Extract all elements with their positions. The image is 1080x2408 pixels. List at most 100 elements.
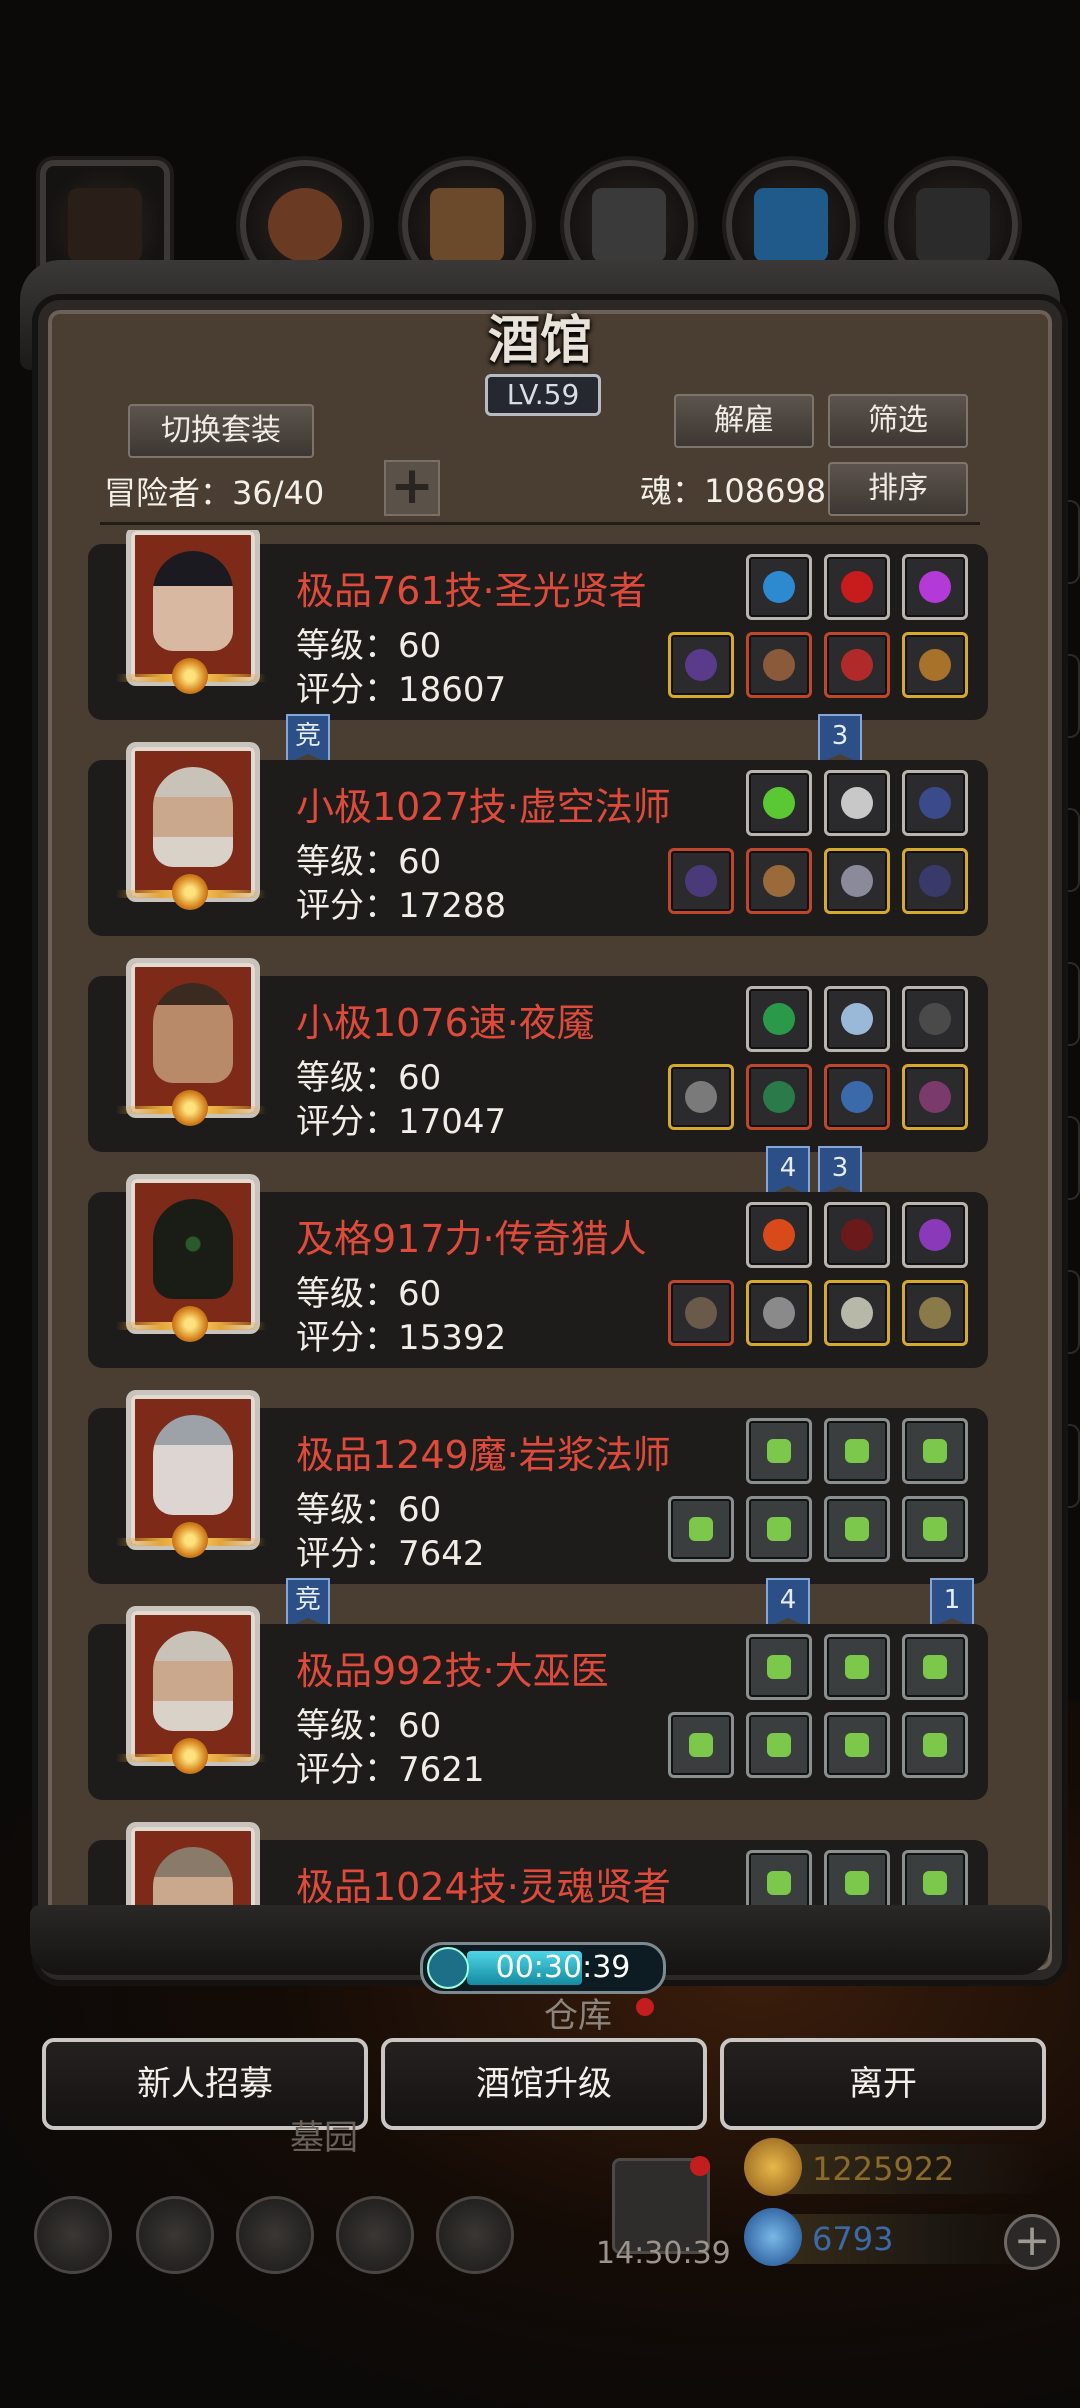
hero-list[interactable]: 极品761技·圣光贤者 等级：60 评分：18607 竞 3 小极1027技·虚…: [60, 530, 1020, 1920]
rank-emblem-icon: [116, 1088, 266, 1132]
hero-level: 等级：60: [296, 1706, 442, 1746]
rank-emblem-icon: [116, 656, 266, 700]
warehouse-label[interactable]: 仓库: [544, 1988, 612, 2037]
gem-slot-icon[interactable]: [746, 554, 812, 620]
add-currency-button[interactable]: +: [1004, 2214, 1060, 2270]
weapon-slot-icon[interactable]: [668, 1064, 734, 1130]
rank-emblem-icon: [116, 1304, 266, 1348]
leave-button[interactable]: 离开: [720, 2038, 1046, 2130]
ring-slot-icon[interactable]: [902, 1280, 968, 1346]
sort-button[interactable]: 排序: [828, 462, 968, 516]
hero-score: 评分：17288: [296, 886, 507, 926]
amulet-slot-icon[interactable]: [824, 632, 890, 698]
hero-level: 等级：60: [296, 1058, 442, 1098]
achievement-icon[interactable]: [136, 2196, 214, 2274]
count-tag: 3: [818, 714, 862, 764]
empty-slot-icon[interactable]: [668, 1712, 734, 1778]
empty-slot-icon[interactable]: [746, 1496, 812, 1562]
weapon-slot-icon[interactable]: [668, 848, 734, 914]
gem-slot-icon[interactable]: [824, 770, 890, 836]
hero-score: 评分：7642: [296, 1534, 485, 1574]
gem-slot-icon[interactable]: [824, 1202, 890, 1268]
hero-level: 等级：60: [296, 1274, 442, 1314]
ring-slot-icon[interactable]: [902, 1064, 968, 1130]
hero-card[interactable]: 小极1027技·虚空法师 等级：60 评分：17288: [88, 742, 988, 936]
hero-face: [153, 767, 233, 867]
hero-card[interactable]: 极品761技·圣光贤者 等级：60 评分：18607: [88, 530, 988, 720]
hero-card[interactable]: 及格917力·传奇猎人 等级：60 评分：15392: [88, 1174, 988, 1368]
weapon-slot-icon[interactable]: [668, 1280, 734, 1346]
add-capacity-button[interactable]: +: [384, 460, 440, 516]
settings-icon[interactable]: [34, 2196, 112, 2274]
rank-emblem-icon: [116, 1520, 266, 1564]
gold-counter: 1225922: [744, 2138, 1050, 2196]
gem-slot-icon[interactable]: [902, 1202, 968, 1268]
count-tag: 4: [766, 1146, 810, 1196]
armor-slot-icon[interactable]: [746, 1064, 812, 1130]
gift-timer: 14:30:39: [596, 2236, 731, 2271]
ring-slot-icon[interactable]: [902, 848, 968, 914]
empty-slot-icon[interactable]: [668, 1496, 734, 1562]
guild-icon[interactable]: [236, 2196, 314, 2274]
hero-name: 小极1076速·夜魇: [296, 1001, 595, 1045]
gem-slot-icon[interactable]: [824, 986, 890, 1052]
gem-slot-icon[interactable]: [746, 770, 812, 836]
hero-name: 极品992技·大巫医: [296, 1649, 609, 1693]
amulet-slot-icon[interactable]: [824, 1064, 890, 1130]
upgrade-tavern-button[interactable]: 酒馆升级: [381, 2038, 707, 2130]
rank-emblem-icon: [116, 872, 266, 916]
count-tag: 1: [930, 1578, 974, 1628]
gem-slot-icon[interactable]: [824, 554, 890, 620]
armor-slot-icon[interactable]: [746, 632, 812, 698]
panel-divider: [100, 522, 980, 525]
hero-level: 等级：60: [296, 626, 442, 666]
arena-tag: 竞: [286, 714, 330, 764]
ring-slot-icon[interactable]: [902, 632, 968, 698]
armor-slot-icon[interactable]: [746, 848, 812, 914]
filter-button[interactable]: 筛选: [828, 394, 968, 448]
gem-slot-icon[interactable]: [902, 554, 968, 620]
notification-dot: [690, 2156, 710, 2176]
hero-face: [153, 983, 233, 1083]
empty-slot-icon[interactable]: [824, 1712, 890, 1778]
hero-card[interactable]: 极品992技·大巫医 等级：60 评分：7621: [88, 1606, 988, 1800]
timer-text: 00:30:39: [495, 1950, 631, 1985]
hero-face: [153, 1631, 233, 1731]
mail-icon[interactable]: [336, 2196, 414, 2274]
gold-value: 1225922: [812, 2150, 955, 2188]
helmet-slot-icon[interactable]: [824, 1280, 890, 1346]
hero-card[interactable]: 极品1249魔·岩浆法师 等级：60 评分：7642: [88, 1390, 988, 1584]
hero-name: 极品761技·圣光贤者: [296, 569, 647, 613]
gem-slot-icon[interactable]: [746, 986, 812, 1052]
empty-slot-icon[interactable]: [746, 1634, 812, 1700]
weapon-slot-icon[interactable]: [668, 632, 734, 698]
count-tag: 3: [818, 1146, 862, 1196]
gem-icon: [744, 2208, 802, 2266]
dismiss-button[interactable]: 解雇: [674, 394, 814, 448]
empty-slot-icon[interactable]: [902, 1634, 968, 1700]
gold-coin-icon: [744, 2138, 802, 2196]
gem-slot-icon[interactable]: [902, 770, 968, 836]
notification-dot: [636, 1998, 654, 2016]
amulet-slot-icon[interactable]: [824, 848, 890, 914]
empty-slot-icon[interactable]: [902, 1418, 968, 1484]
arena-tag: 竞: [286, 1578, 330, 1628]
hero-name: 及格917力·传奇猎人: [296, 1217, 647, 1261]
gem-slot-icon[interactable]: [902, 986, 968, 1052]
empty-slot-icon[interactable]: [824, 1634, 890, 1700]
gem-slot-icon[interactable]: [746, 1202, 812, 1268]
empty-slot-icon[interactable]: [824, 1418, 890, 1484]
hero-card[interactable]: 小极1076速·夜魇 等级：60 评分：17047: [88, 958, 988, 1152]
hero-name: 极品1249魔·岩浆法师: [296, 1433, 671, 1477]
empty-slot-icon[interactable]: [746, 1712, 812, 1778]
map-icon[interactable]: [436, 2196, 514, 2274]
empty-slot-icon[interactable]: [824, 1496, 890, 1562]
count-tag: 4: [766, 1578, 810, 1628]
hero-face: [153, 551, 233, 651]
empty-slot-icon[interactable]: [902, 1496, 968, 1562]
empty-slot-icon[interactable]: [902, 1712, 968, 1778]
empty-slot-icon[interactable]: [746, 1418, 812, 1484]
armor-slot-icon[interactable]: [746, 1280, 812, 1346]
switch-outfit-button[interactable]: 切换套装: [128, 404, 314, 458]
hero-score: 评分：15392: [296, 1318, 507, 1358]
